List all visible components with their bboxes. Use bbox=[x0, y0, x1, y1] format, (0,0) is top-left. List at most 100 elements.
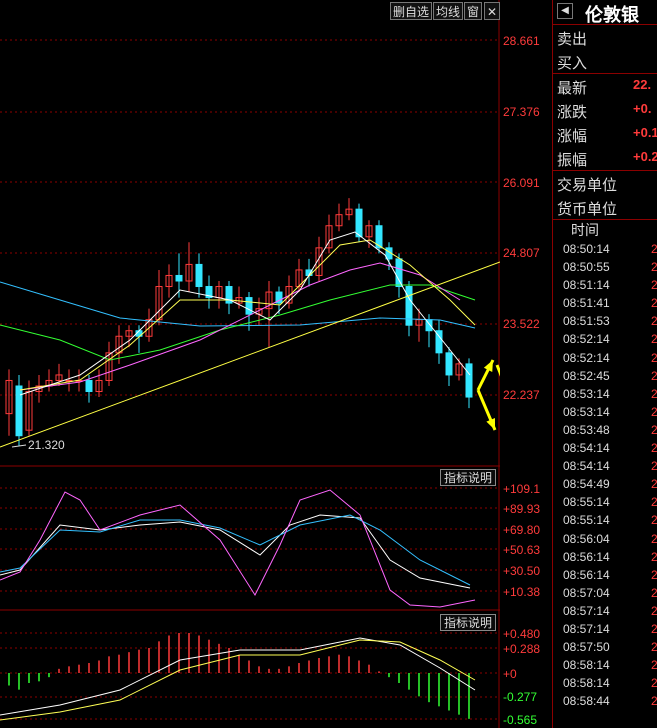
latest-label: 最新 bbox=[557, 80, 588, 97]
latest-value: 22. bbox=[633, 77, 652, 92]
tick-row: 08:55:14 2 bbox=[553, 511, 657, 529]
close-icon[interactable]: ✕ bbox=[484, 2, 500, 20]
tick-row: 08:51:14 2 bbox=[553, 276, 657, 294]
candlestick-chart[interactable] bbox=[0, 0, 500, 728]
kdj-tick: +69.80 bbox=[503, 523, 541, 537]
amp-row: 振幅 +0.2 bbox=[553, 146, 657, 171]
candle-body bbox=[445, 352, 453, 376]
tick-value: 2 bbox=[651, 332, 657, 347]
buy-label: 买入 bbox=[557, 55, 588, 72]
trend-line bbox=[0, 261, 500, 448]
tick-row: 08:52:45 2 bbox=[553, 367, 657, 385]
tick-time: 08:56:04 bbox=[563, 531, 610, 546]
macd-indicator-button[interactable]: 指标说明 bbox=[440, 614, 496, 631]
chart-area[interactable]: 删自选 均线 窗 ✕ 21.320 指标说明 指标说明 bbox=[0, 0, 500, 728]
currency-label: 货币单位 bbox=[557, 201, 618, 218]
pct-value: +0.1 bbox=[633, 125, 657, 140]
kdj-d-line bbox=[0, 514, 471, 586]
tick-value: 2 bbox=[651, 459, 657, 474]
tick-value: 2 bbox=[651, 260, 657, 275]
tick-row: 08:57:14 2 bbox=[553, 620, 657, 638]
tick-list[interactable]: 08:50:14 2 08:50:55 2 08:51:14 2 08:51:41 2 08:5… bbox=[553, 240, 657, 710]
tick-value: 2 bbox=[651, 296, 657, 311]
ticks-header: 时间 bbox=[571, 222, 599, 238]
price-tick: 24.807 bbox=[503, 246, 540, 260]
tick-time: 08:58:44 bbox=[563, 694, 610, 709]
ma5-line bbox=[19, 231, 471, 396]
tick-row: 08:54:49 2 bbox=[553, 475, 657, 493]
tick-value: 2 bbox=[651, 640, 657, 655]
tick-time: 08:50:14 bbox=[563, 242, 610, 256]
change-value: +0. bbox=[633, 101, 652, 116]
candle-body bbox=[175, 274, 183, 282]
delete-watch-button[interactable]: 删自选 bbox=[390, 2, 432, 20]
candle-body bbox=[85, 379, 93, 393]
tick-time: 08:58:14 bbox=[563, 658, 610, 673]
tick-row: 08:52:14 2 bbox=[553, 330, 657, 348]
kdj-tick: +10.38 bbox=[503, 585, 541, 599]
kdj-indicator-button[interactable]: 指标说明 bbox=[440, 469, 496, 486]
price-tick: 26.091 bbox=[503, 176, 540, 190]
tick-time: 08:51:41 bbox=[563, 296, 610, 311]
tick-row: 08:58:44 2 bbox=[553, 692, 657, 710]
pct-row: 涨幅 +0.1 bbox=[553, 122, 657, 146]
tick-time: 08:57:04 bbox=[563, 585, 610, 600]
tick-row: 08:50:14 2 bbox=[553, 240, 657, 258]
tick-time: 08:56:14 bbox=[563, 567, 610, 582]
sell-row: 卖出 bbox=[553, 25, 657, 49]
tick-row: 08:53:14 2 bbox=[553, 385, 657, 403]
latest-row: 最新 22. bbox=[553, 74, 657, 98]
kdj-k-line bbox=[0, 514, 471, 589]
tick-value: 2 bbox=[651, 242, 657, 256]
price-tick: 28.661 bbox=[503, 34, 540, 48]
tick-time: 08:53:14 bbox=[563, 386, 610, 401]
tick-row: 08:56:14 2 bbox=[553, 548, 657, 566]
macd-dif-line bbox=[0, 637, 476, 716]
macd-tick: +0 bbox=[503, 667, 517, 681]
candle-body bbox=[465, 363, 473, 398]
kdj-tick: +50.63 bbox=[503, 543, 541, 557]
kdj-tick: +109.1 bbox=[503, 482, 541, 496]
tick-value: 2 bbox=[651, 477, 657, 492]
tick-value: 2 bbox=[651, 278, 657, 293]
amp-value: +0.2 bbox=[633, 149, 657, 164]
tick-value: 2 bbox=[651, 513, 657, 528]
tick-row: 08:57:04 2 bbox=[553, 584, 657, 602]
tick-value: 2 bbox=[651, 621, 657, 636]
amp-label: 振幅 bbox=[557, 152, 588, 169]
tick-value: 2 bbox=[651, 567, 657, 582]
candle-body bbox=[355, 208, 363, 238]
tick-value: 2 bbox=[651, 676, 657, 691]
tick-time: 08:53:48 bbox=[563, 422, 610, 437]
collapse-arrow-icon[interactable]: ◀ bbox=[557, 3, 573, 19]
tick-row: 08:53:48 2 bbox=[553, 421, 657, 439]
tick-row: 08:54:14 2 bbox=[553, 439, 657, 457]
tick-value: 2 bbox=[651, 531, 657, 546]
tick-value: 2 bbox=[651, 549, 657, 564]
tick-row: 08:56:04 2 bbox=[553, 530, 657, 548]
window-button[interactable]: 窗 bbox=[464, 2, 482, 20]
tick-time: 08:53:14 bbox=[563, 404, 610, 419]
macd-tick: -0.565 bbox=[503, 713, 538, 727]
tick-row: 08:51:53 2 bbox=[553, 312, 657, 330]
tick-time: 08:52:45 bbox=[563, 368, 610, 383]
macd-tick: -0.277 bbox=[503, 690, 538, 704]
candle-body bbox=[395, 258, 403, 288]
tick-row: 08:57:14 2 bbox=[553, 602, 657, 620]
avg-line-button[interactable]: 均线 bbox=[433, 2, 463, 20]
tick-time: 08:54:49 bbox=[563, 477, 610, 492]
tick-value: 2 bbox=[651, 658, 657, 673]
tick-value: 2 bbox=[651, 603, 657, 618]
pct-label: 涨幅 bbox=[557, 128, 588, 145]
unit-label: 交易单位 bbox=[557, 177, 618, 194]
ma30-line bbox=[0, 284, 476, 361]
quote-panel: ◀ 伦敦银 卖出 买入 最新 22. 涨跌 +0. 涨幅 +0.1 振幅 +0.2 交易… bbox=[552, 0, 657, 728]
tick-time: 08:57:14 bbox=[563, 603, 610, 618]
kdj-tick: +89.93 bbox=[503, 502, 541, 516]
tick-row: 08:50:55 2 bbox=[553, 258, 657, 276]
candle-body bbox=[245, 297, 253, 315]
tick-row: 08:55:14 2 bbox=[553, 493, 657, 511]
sell-label: 卖出 bbox=[557, 31, 588, 48]
macd-dea-line bbox=[0, 639, 476, 721]
price-axis: 28.661 27.376 26.091 24.807 23.522 22.23… bbox=[500, 0, 552, 728]
